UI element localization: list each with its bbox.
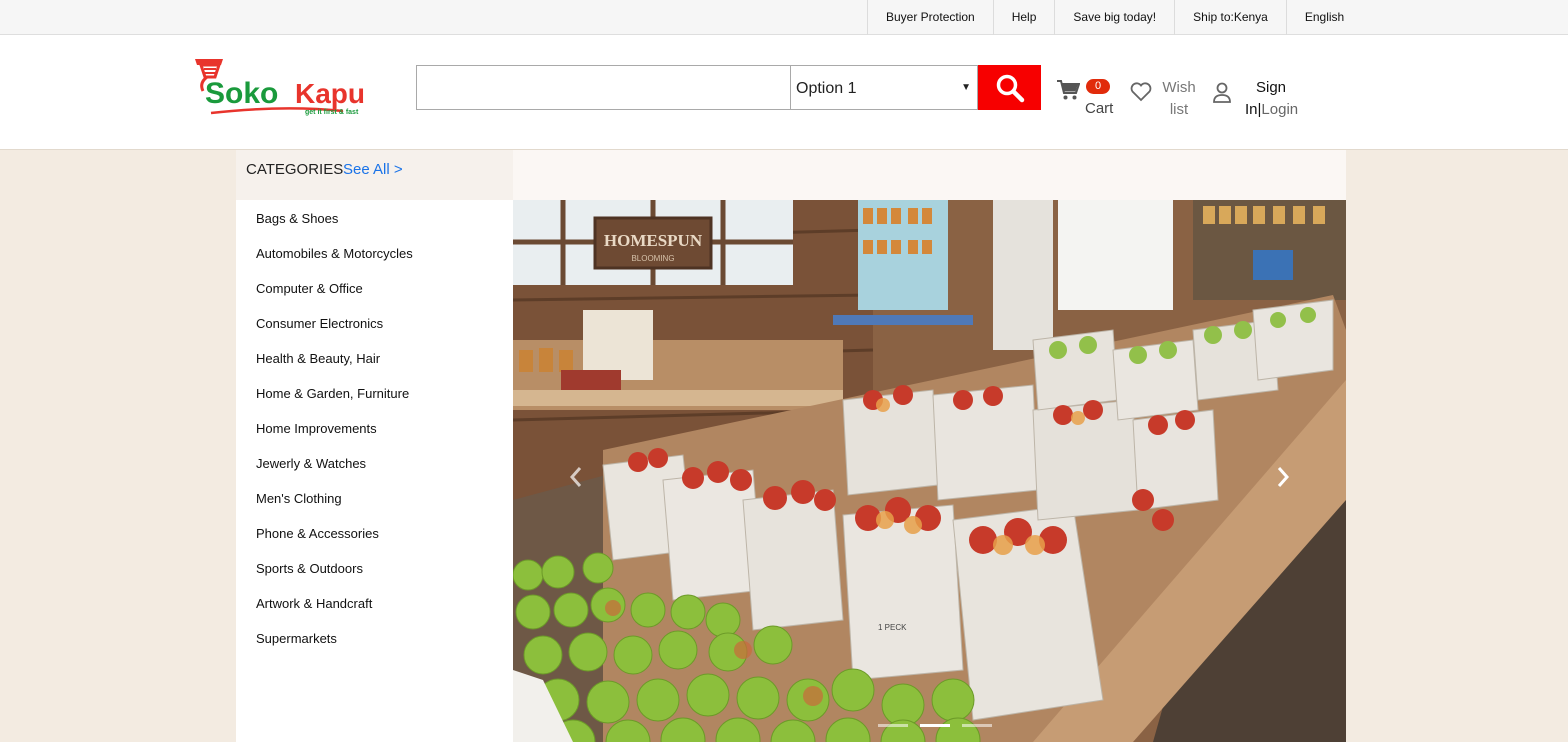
save-big-link[interactable]: Save big today!	[1054, 0, 1174, 35]
select-caret-icon: ▼	[961, 82, 971, 93]
banner-next-button[interactable]	[1268, 462, 1298, 492]
cart-icon	[1056, 79, 1081, 106]
cart-count-badge: 0	[1086, 79, 1110, 94]
svg-text:Soko: Soko	[205, 77, 278, 110]
site-logo[interactable]: Soko Kapu get it first & fast	[193, 57, 393, 119]
category-item-home-garden[interactable]: Home & Garden, Furniture	[236, 376, 513, 411]
see-all-link[interactable]: See All >	[343, 150, 403, 190]
category-select-value: Option 1	[796, 80, 857, 97]
site-header: Soko Kapu get it first & fast Option 1 ▼…	[0, 35, 1568, 150]
cart-label: Cart	[1085, 100, 1114, 117]
banner-dot-3[interactable]	[962, 724, 992, 727]
top-links: Buyer Protection Help Save big today! Sh…	[867, 0, 1362, 35]
category-item-health-beauty[interactable]: Health & Beauty, Hair	[236, 341, 513, 376]
buyer-protection-link[interactable]: Buyer Protection	[867, 0, 993, 35]
banner-dot-2[interactable]	[920, 724, 950, 727]
user-icon	[1212, 81, 1232, 110]
hero-banner[interactable]: HOMESPUN BLOOMING 1 PECK	[513, 200, 1346, 742]
category-item-artwork-handcraft[interactable]: Artwork & Handcraft	[236, 586, 513, 621]
sign-in-button[interactable]: Sign In|Login	[1212, 77, 1312, 127]
category-item-bags-shoes[interactable]: Bags & Shoes	[236, 201, 513, 236]
category-select[interactable]: Option 1 ▼	[791, 65, 978, 110]
banner-indicators	[878, 724, 992, 727]
login-link[interactable]: Login	[1261, 101, 1298, 118]
search-button[interactable]	[978, 65, 1041, 110]
top-bar: Buyer Protection Help Save big today! Sh…	[0, 0, 1568, 35]
category-item-phone-accessories[interactable]: Phone & Accessories	[236, 516, 513, 551]
banner-prev-button[interactable]	[561, 462, 591, 492]
banner-sign-line1: HOMESPUN	[604, 231, 703, 250]
sign-in-line1: Sign	[1256, 79, 1287, 96]
chevron-left-icon	[569, 467, 582, 487]
wishlist-button[interactable]: Wish list	[1130, 77, 1200, 127]
chevron-right-icon	[1277, 467, 1290, 487]
heart-icon	[1130, 82, 1152, 107]
slider-top-strip	[513, 150, 1346, 200]
category-item-computer-office[interactable]: Computer & Office	[236, 271, 513, 306]
categories-header: CATEGORIES See All >	[236, 150, 513, 200]
category-item-supermarkets[interactable]: Supermarkets	[236, 621, 513, 656]
category-item-sports-outdoors[interactable]: Sports & Outdoors	[236, 551, 513, 586]
search-input[interactable]	[416, 65, 791, 110]
category-item-home-improvements[interactable]: Home Improvements	[236, 411, 513, 446]
banner-image: HOMESPUN BLOOMING 1 PECK	[513, 200, 1346, 742]
sign-in-line2: In|Login	[1245, 101, 1299, 118]
category-item-consumer-electronics[interactable]: Consumer Electronics	[236, 306, 513, 341]
language-link[interactable]: English	[1285, 0, 1362, 35]
category-item-mens-clothing[interactable]: Men's Clothing	[236, 481, 513, 516]
banner-dot-1[interactable]	[878, 724, 908, 727]
ship-to-link[interactable]: Ship to:Kenya	[1174, 0, 1286, 35]
category-item-automobiles[interactable]: Automobiles & Motorcycles	[236, 236, 513, 271]
svg-text:get it first & fast: get it first & fast	[305, 109, 359, 116]
cart-button[interactable]: 0 Cart	[1056, 77, 1116, 127]
help-link[interactable]: Help	[992, 0, 1055, 35]
search-icon	[996, 74, 1024, 102]
banner-sign-line2: BLOOMING	[631, 254, 674, 263]
categories-list: Bags & Shoes Automobiles & Motorcycles C…	[236, 200, 513, 742]
banner-bag-label: 1 PECK	[878, 623, 907, 632]
category-item-jewelry-watches[interactable]: Jewerly & Watches	[236, 446, 513, 481]
categories-title: CATEGORIES	[246, 161, 344, 178]
svg-text:Kapu: Kapu	[295, 78, 365, 109]
wishlist-label: Wish list	[1162, 79, 1196, 118]
